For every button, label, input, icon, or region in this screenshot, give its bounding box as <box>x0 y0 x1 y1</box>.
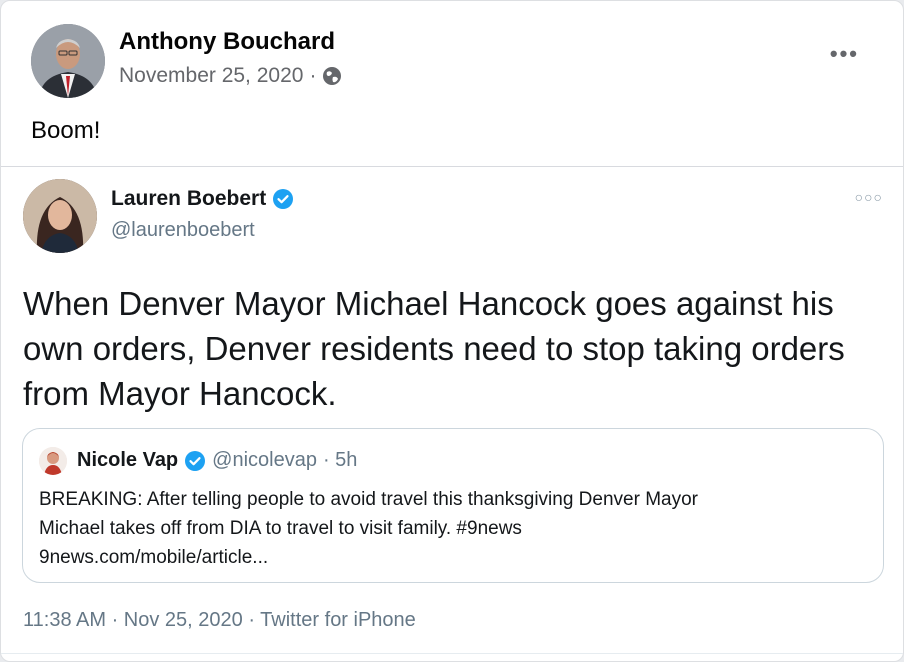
quoted-author-avatar <box>39 447 67 475</box>
quoted-link[interactable]: 9news.com/mobile/article... <box>39 543 869 572</box>
post-caption: Boom! <box>31 117 101 144</box>
facebook-post-card: Anthony Bouchard November 25, 2020 · •••… <box>0 0 904 662</box>
quoted-header: Nicole Vap @nicolevap · 5h <box>77 449 357 472</box>
quoted-text-line: BREAKING: After telling people to avoid … <box>39 489 698 510</box>
tweet-author: Lauren Boebert <box>111 187 294 211</box>
quoted-author-name[interactable]: Nicole Vap <box>77 449 178 472</box>
tweet-footer[interactable]: 11:38 AM · Nov 25, 2020 · Twitter for iP… <box>23 609 416 632</box>
more-options-icon[interactable]: ••• <box>830 41 859 67</box>
tweet-more-icon[interactable]: ○○○ <box>855 189 883 205</box>
divider <box>1 166 903 167</box>
divider <box>1 653 903 654</box>
author-avatar[interactable] <box>31 24 105 98</box>
quoted-author-handle[interactable]: @nicolevap <box>212 449 317 472</box>
tweet-author-handle[interactable]: @laurenboebert <box>111 219 255 242</box>
verified-badge-icon <box>272 188 294 210</box>
quoted-text-line: Michael takes off from DIA to travel to … <box>39 518 522 539</box>
globe-icon[interactable] <box>322 66 342 86</box>
tweet-text: When Denver Mayor Michael Hancock goes a… <box>23 285 845 412</box>
post-date[interactable]: November 25, 2020 <box>119 64 303 88</box>
post-meta: November 25, 2020 · <box>119 64 342 88</box>
tweet-author-avatar[interactable] <box>23 179 97 253</box>
author-name[interactable]: Anthony Bouchard <box>119 28 335 56</box>
quoted-time: · 5h <box>322 449 358 471</box>
verified-badge-icon <box>184 450 206 472</box>
tweet-author-name[interactable]: Lauren Boebert <box>111 187 266 211</box>
meta-separator: · <box>309 64 317 87</box>
quoted-text: BREAKING: After telling people to avoid … <box>39 485 869 572</box>
quoted-tweet[interactable]: Nicole Vap @nicolevap · 5h BREAKING: Aft… <box>22 428 884 583</box>
